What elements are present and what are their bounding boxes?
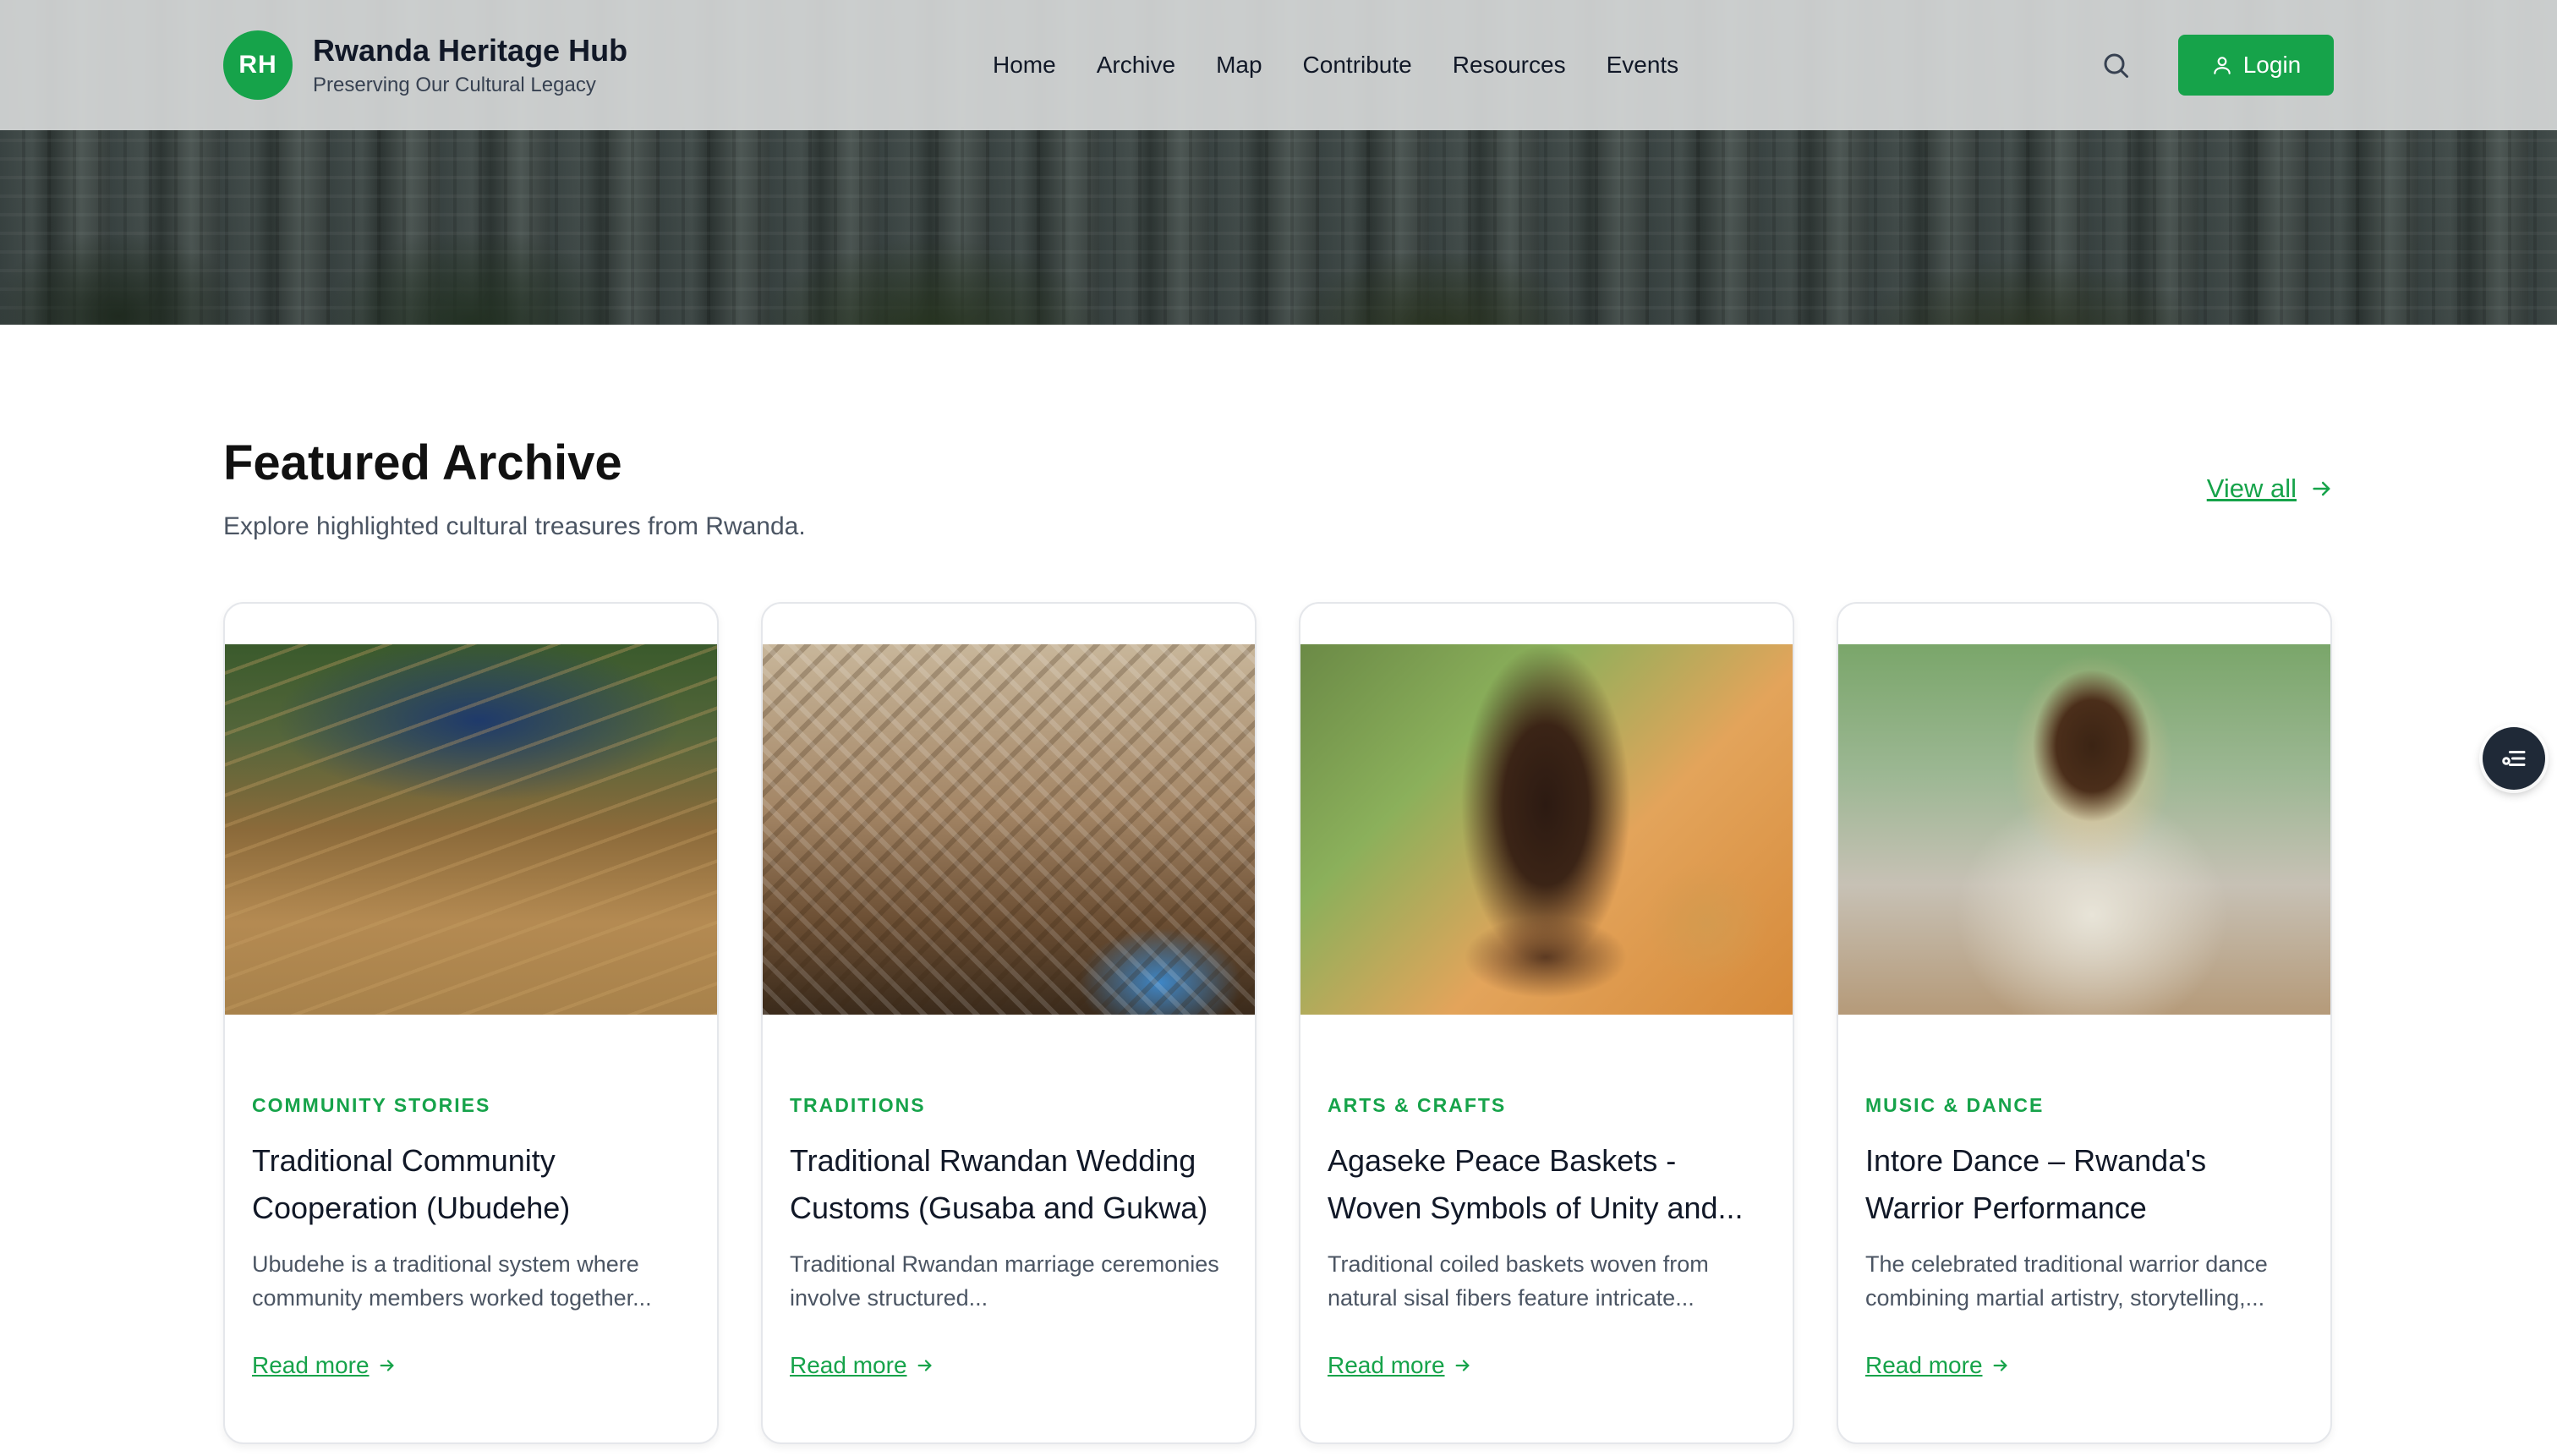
site-subtitle: Preserving Our Cultural Legacy xyxy=(313,74,596,96)
section-subtitle: Explore highlighted cultural treasures f… xyxy=(223,512,806,540)
nav-archive[interactable]: Archive xyxy=(1097,52,1175,79)
nav-map[interactable]: Map xyxy=(1216,52,1262,79)
card-description: Traditional Rwandan marriage ceremonies … xyxy=(790,1251,1219,1311)
login-label: Login xyxy=(2242,52,2302,78)
card-category: ARTS & CRAFTS xyxy=(1328,1094,1507,1116)
arrow-right-icon xyxy=(1455,1360,1470,1371)
nav-events[interactable]: Events xyxy=(1607,52,1679,79)
card-image-peace-basket[interactable] xyxy=(1300,644,1793,1015)
card-title[interactable]: Agaseke Peace Baskets - Woven Symbols of… xyxy=(1328,1137,1767,1232)
login-button[interactable]: Login xyxy=(2178,35,2334,96)
card-category: MUSIC & DANCE xyxy=(1865,1094,2045,1116)
search-icon xyxy=(2104,53,2128,78)
card-image-community-work[interactable] xyxy=(225,644,717,1015)
main-nav: Home Archive Map Contribute Resources Ev… xyxy=(993,52,1678,79)
archive-card[interactable]: TRADITIONS Traditional Rwandan Wedding C… xyxy=(761,602,1257,1444)
card-description: Ubudehe is a traditional system where co… xyxy=(252,1251,652,1311)
read-more-label: Read more xyxy=(1328,1352,1445,1378)
brand[interactable]: RH Rwanda Heritage Hub Preserving Our Cu… xyxy=(223,30,663,100)
featured-cards: COMMUNITY STORIES Traditional Community … xyxy=(223,602,2334,1444)
floating-action-button[interactable] xyxy=(2483,727,2545,790)
arrow-right-icon xyxy=(380,1360,394,1371)
logo[interactable]: RH xyxy=(223,30,293,100)
arrow-right-icon xyxy=(2313,481,2330,496)
card-title[interactable]: Traditional Rwandan Wedding Customs (Gus… xyxy=(790,1137,1229,1232)
card-image-intore-dancer[interactable] xyxy=(1838,644,2330,1015)
read-more-label: Read more xyxy=(1865,1352,1983,1378)
site-title: Rwanda Heritage Hub xyxy=(313,33,628,68)
nav-home[interactable]: Home xyxy=(993,52,1056,79)
search-button[interactable] xyxy=(2097,47,2134,84)
nav-contribute[interactable]: Contribute xyxy=(1303,52,1412,79)
hero-trees-image xyxy=(0,105,2557,325)
card-body: COMMUNITY STORIES Traditional Community … xyxy=(252,1094,692,1379)
card-category: COMMUNITY STORIES xyxy=(252,1094,491,1116)
user-icon xyxy=(2213,57,2231,74)
arrow-right-icon xyxy=(917,1360,932,1371)
card-category: TRADITIONS xyxy=(790,1094,926,1116)
card-description: The celebrated traditional warrior dance… xyxy=(1865,1251,2268,1311)
card-body: ARTS & CRAFTS Agaseke Peace Baskets - Wo… xyxy=(1328,1094,1767,1379)
card-title[interactable]: Traditional Community Cooperation (Ubude… xyxy=(252,1137,692,1232)
card-description: Traditional coiled baskets woven from na… xyxy=(1328,1251,1709,1311)
brand-text: Rwanda Heritage Hub Preserving Our Cultu… xyxy=(313,33,627,97)
read-more-label: Read more xyxy=(790,1352,907,1378)
archive-card[interactable]: ARTS & CRAFTS Agaseke Peace Baskets - Wo… xyxy=(1299,602,1794,1444)
read-more-link[interactable]: Read more xyxy=(252,1352,692,1379)
view-all-link[interactable]: View all xyxy=(2207,473,2334,504)
read-more-label: Read more xyxy=(252,1352,370,1378)
card-title[interactable]: Intore Dance – Rwanda's Warrior Performa… xyxy=(1865,1137,2305,1232)
nav-resources[interactable]: Resources xyxy=(1453,52,1566,79)
card-body: TRADITIONS Traditional Rwandan Wedding C… xyxy=(790,1094,1229,1379)
arrow-right-icon xyxy=(1993,1360,2007,1371)
archive-card[interactable]: COMMUNITY STORIES Traditional Community … xyxy=(223,602,719,1444)
card-image-wedding-ceremony[interactable] xyxy=(763,644,1255,1015)
section-title: Featured Archive xyxy=(223,435,622,490)
view-all-label: View all xyxy=(2206,473,2297,503)
card-body: MUSIC & DANCE Intore Dance – Rwanda's Wa… xyxy=(1865,1094,2305,1379)
read-more-link[interactable]: Read more xyxy=(1328,1352,1767,1379)
read-more-link[interactable]: Read more xyxy=(790,1352,1229,1379)
read-more-link[interactable]: Read more xyxy=(1865,1352,2305,1379)
list-settings-icon xyxy=(2502,751,2526,766)
site-header: RH Rwanda Heritage Hub Preserving Our Cu… xyxy=(0,0,2557,130)
archive-card[interactable]: MUSIC & DANCE Intore Dance – Rwanda's Wa… xyxy=(1837,602,2332,1444)
